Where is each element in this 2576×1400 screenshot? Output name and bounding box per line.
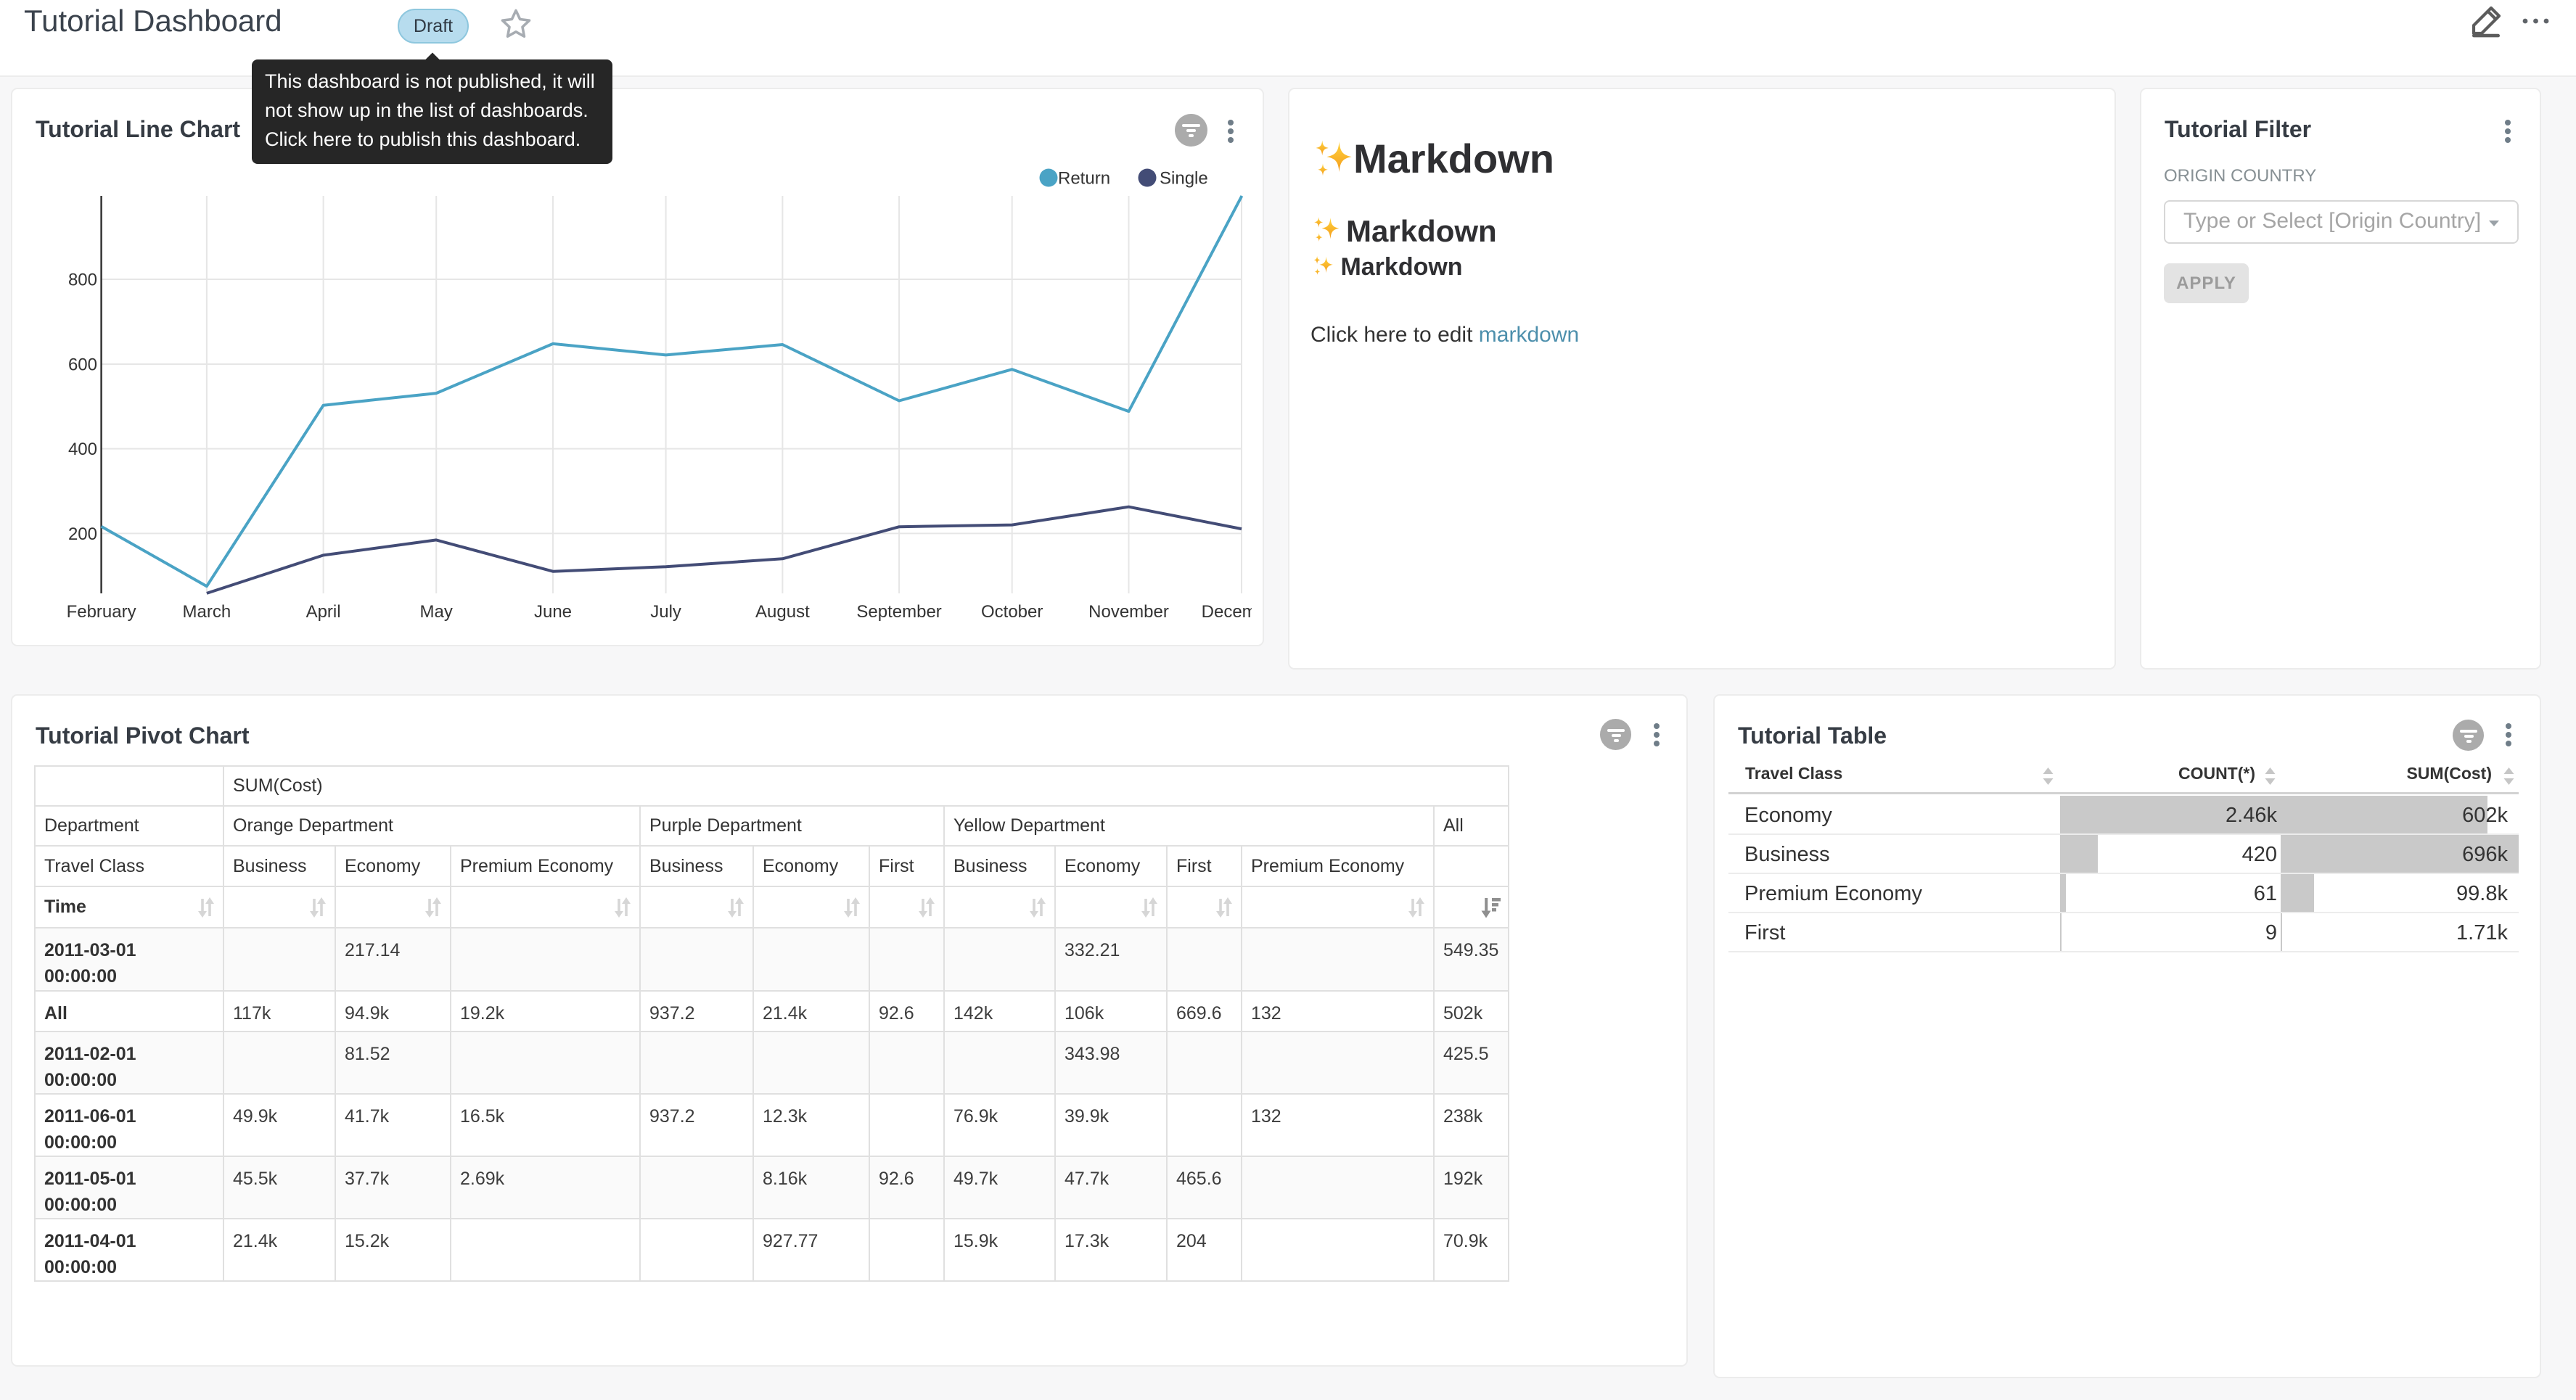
svg-text:July: July <box>650 602 681 622</box>
svg-text:600: 600 <box>68 355 97 375</box>
svg-text:200: 200 <box>68 524 97 544</box>
svg-text:April: April <box>306 602 341 622</box>
svg-text:December: December <box>1202 602 1252 622</box>
svg-text:Return: Return <box>1058 169 1110 189</box>
svg-text:October: October <box>981 602 1043 622</box>
svg-text:400: 400 <box>68 440 97 459</box>
svg-text:Single: Single <box>1160 169 1208 189</box>
svg-text:November: November <box>1088 602 1169 622</box>
svg-text:August: August <box>755 602 810 622</box>
svg-text:March: March <box>183 602 231 622</box>
svg-text:May: May <box>420 602 453 622</box>
svg-text:February: February <box>67 602 136 622</box>
svg-text:June: June <box>534 602 572 622</box>
svg-text:800: 800 <box>68 271 97 290</box>
svg-text:September: September <box>856 602 941 622</box>
